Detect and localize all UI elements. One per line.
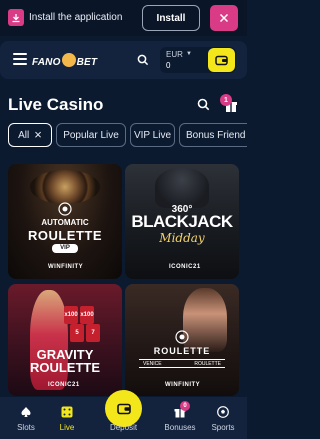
close-banner-button[interactable] — [210, 5, 238, 31]
category-chips: All × Popular Live VIP Live Bonus Friend — [8, 123, 247, 147]
deposit-label: Deposit — [109, 423, 138, 432]
game-card-blackjack-midday[interactable]: 360° BLACKJACK Midday ICONIC21 — [125, 164, 239, 279]
provider-logo: WINFINITY — [165, 382, 201, 388]
nav-live[interactable]: Live — [50, 397, 84, 439]
bonuses-count-badge: 0 — [180, 401, 190, 411]
brand-logo[interactable]: FANO BET — [32, 52, 97, 68]
close-icon — [219, 13, 229, 23]
provider-logo: ICONIC21 — [169, 264, 201, 270]
dealer-image — [155, 168, 209, 208]
top-header: FANO BET EUR ▼ 0 — [0, 41, 247, 79]
chip-vip-live[interactable]: VIP Live — [130, 123, 175, 147]
wallet-icon — [215, 55, 228, 65]
wallet-button[interactable] — [208, 48, 235, 72]
nav-sports[interactable]: Sports — [206, 397, 240, 439]
search-icon[interactable] — [137, 54, 149, 66]
search-games-icon[interactable] — [197, 98, 210, 111]
venice-roulette-subtitle: VENICE ROULETTE — [139, 359, 225, 368]
game-card-gravity-roulette[interactable]: x100 x100 5 7 GRAVITY ROULETTE ICONIC21 — [8, 284, 122, 396]
page-title: Live Casino — [8, 95, 104, 114]
gift-count-badge: 1 — [220, 94, 232, 106]
spade-icon — [20, 405, 33, 418]
logo-mascot-icon — [61, 52, 76, 67]
currency-select[interactable]: EUR — [166, 50, 183, 59]
dealer-image — [183, 288, 227, 352]
download-app-icon — [8, 9, 24, 26]
roulette-logo-icon — [58, 202, 72, 216]
menu-icon[interactable] — [13, 53, 27, 66]
wallet-icon — [116, 403, 131, 414]
provider-logo: ICONIC21 — [48, 382, 80, 388]
wallet-widget[interactable]: EUR ▼ 0 — [160, 47, 236, 73]
dice-icon — [61, 405, 74, 418]
game-card-automatic-roulette[interactable]: AUTOMATIC ROULETTE VIP WINFINITY — [8, 164, 122, 279]
install-banner: Install the application Install — [0, 0, 247, 36]
chip-all[interactable]: All × — [8, 123, 52, 147]
soccer-ball-icon — [217, 405, 230, 418]
chip-bonus-friend[interactable]: Bonus Friend — [179, 123, 247, 147]
roulette-wheel-image — [30, 170, 100, 204]
nav-slots[interactable]: Slots — [8, 397, 44, 439]
close-icon[interactable]: × — [34, 128, 42, 141]
chip-popular-live[interactable]: Popular Live — [56, 123, 126, 147]
roulette-logo-icon — [175, 330, 189, 344]
vip-badge: VIP — [52, 244, 78, 253]
provider-logo: WINFINITY — [48, 264, 84, 270]
install-banner-text: Install the application — [29, 12, 123, 23]
dealer-image — [30, 290, 68, 390]
balance-value: 0 — [166, 61, 171, 70]
deposit-button[interactable] — [105, 390, 142, 427]
chevron-down-icon: ▼ — [186, 51, 192, 57]
install-button[interactable]: Install — [142, 5, 200, 31]
game-card-venice-roulette[interactable]: ROULETTE VENICE ROULETTE WINFINITY — [125, 284, 239, 396]
